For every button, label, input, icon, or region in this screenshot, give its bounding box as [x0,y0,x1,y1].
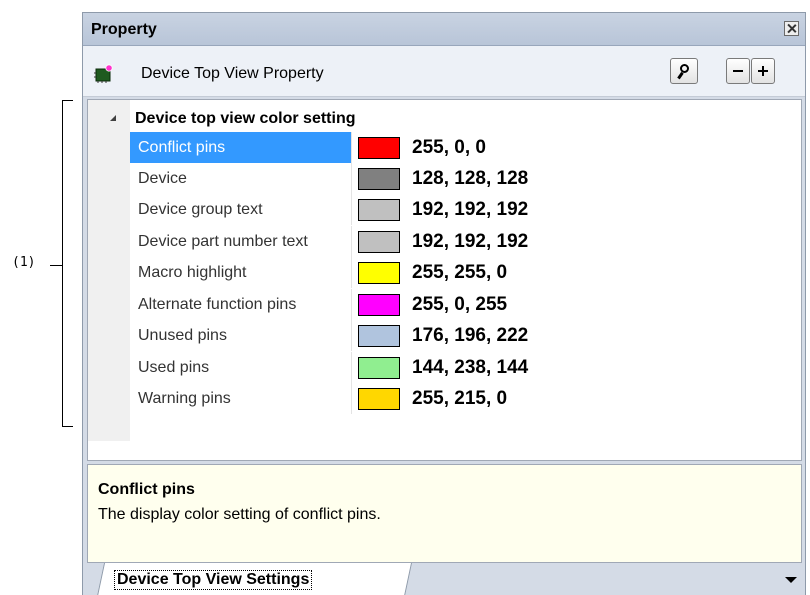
category-label: Device top view color setting [135,110,356,127]
search-icon-handle [677,71,684,80]
property-row-unused-pins[interactable]: Unused pins 176, 196, 222 [130,320,801,352]
property-row-macro-highlight[interactable]: Macro highlight 255, 255, 0 [130,257,801,289]
color-swatch[interactable] [358,168,400,190]
property-row-device-part-number-text[interactable]: Device part number text 192, 192, 192 [130,226,801,258]
description-title: Conflict pins [98,481,195,498]
collapse-button[interactable] [726,58,750,84]
color-swatch[interactable] [358,262,400,284]
property-row-warning-pins[interactable]: Warning pins 255, 215, 0 [130,383,801,415]
property-value[interactable]: 255, 0, 255 [412,289,507,320]
description-pane: Conflict pins The display color setting … [87,464,802,563]
property-row-device-group-text[interactable]: Device group text 192, 192, 192 [130,194,801,226]
property-panel: Property Device Top View Property Device… [82,12,806,595]
property-name: Unused pins [130,320,352,351]
minus-icon [733,70,743,72]
panel-toolbar: Device Top View Property [83,46,805,97]
property-value[interactable]: 192, 192, 192 [412,194,528,225]
property-name: Device [130,163,352,194]
property-grid: Device top view color setting Conflict p… [87,99,802,461]
panel-titlebar: Property [83,13,805,46]
color-swatch[interactable] [358,199,400,221]
property-name: Warning pins [130,383,352,414]
property-row-conflict-pins[interactable]: Conflict pins 255, 0, 0 [130,132,801,164]
property-value[interactable]: 192, 192, 192 [412,226,528,257]
property-name: Device part number text [130,226,352,257]
color-swatch[interactable] [358,137,400,159]
property-name: Macro highlight [130,257,352,288]
screenshot-root: (1) Property Device Top View Property De… [0,0,810,595]
property-row-used-pins[interactable]: Used pins 144, 238, 144 [130,352,801,384]
callout-tick [50,265,62,266]
property-row-alternate-function-pins[interactable]: Alternate function pins 255, 0, 255 [130,289,801,321]
tab-bar: Device Top View Settings [83,563,805,595]
grid-gutter [88,100,130,441]
tab-device-top-view-settings[interactable]: Device Top View Settings [114,570,313,590]
chip-icon [94,64,113,83]
color-swatch[interactable] [358,357,400,379]
color-swatch[interactable] [358,231,400,253]
search-button[interactable] [670,58,698,84]
property-name: Conflict pins [130,132,352,163]
property-row-device[interactable]: Device 128, 128, 128 [130,163,801,195]
property-name: Used pins [130,352,352,383]
property-value[interactable]: 255, 0, 0 [412,132,486,163]
expand-button[interactable] [751,58,775,84]
property-value[interactable]: 144, 238, 144 [412,352,528,383]
collapse-triangle-icon[interactable] [110,115,116,121]
color-swatch[interactable] [358,325,400,347]
panel-title: Property [91,21,157,38]
property-value[interactable]: 255, 255, 0 [412,257,507,288]
callout-label: (1) [12,255,36,270]
color-swatch[interactable] [358,388,400,410]
color-swatch[interactable] [358,294,400,316]
chevron-down-icon[interactable] [785,577,797,583]
close-icon[interactable] [784,21,799,36]
property-name: Device group text [130,194,352,225]
property-name: Alternate function pins [130,289,352,320]
property-value[interactable]: 128, 128, 128 [412,163,528,194]
property-value[interactable]: 176, 196, 222 [412,320,528,351]
property-value[interactable]: 255, 215, 0 [412,383,507,414]
description-text: The display color setting of conflict pi… [98,506,381,523]
plus-icon-vertical [762,66,764,76]
toolbar-label: Device Top View Property [141,65,324,82]
category-row[interactable]: Device top view color setting [88,105,801,132]
callout-bracket [62,100,73,427]
